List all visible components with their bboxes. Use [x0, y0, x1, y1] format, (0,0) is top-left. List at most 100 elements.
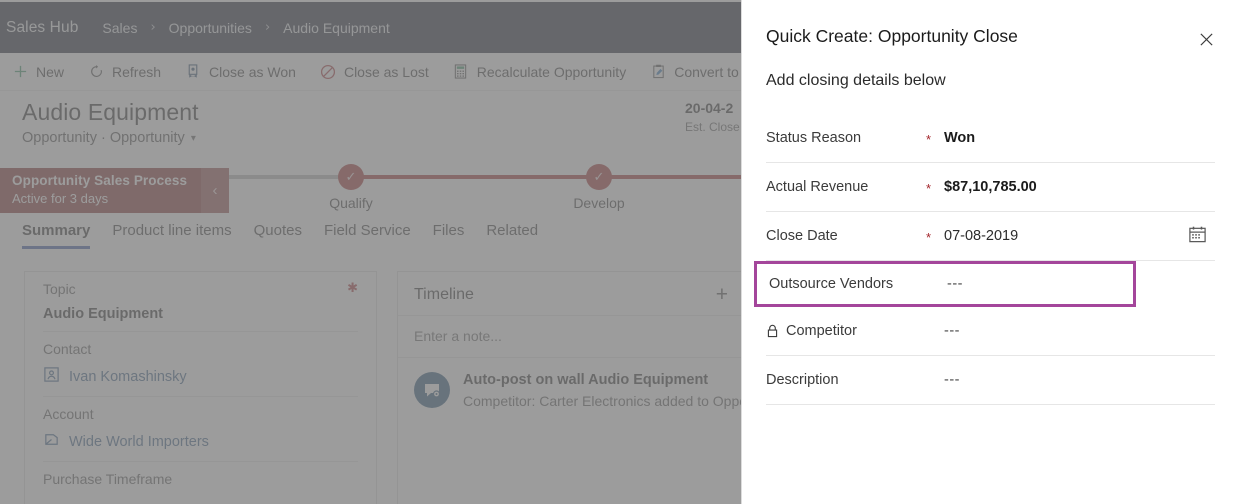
chevron-down-icon: ▾	[190, 132, 196, 144]
est-close-date-header: 20-04-2 Est. Close	[685, 100, 741, 134]
bpf-stage-develop[interactable]: ✓ Develop	[524, 164, 674, 211]
field-outsource-vendors-value: ---	[947, 276, 963, 292]
calendar-icon[interactable]	[1188, 225, 1207, 249]
field-purchase-timeframe-label: Purchase Timeframe	[43, 471, 173, 487]
bpf-process-name: Opportunity Sales Process	[12, 173, 188, 188]
field-status-reason[interactable]: Status Reason * Won	[766, 114, 1215, 163]
chevron-left-icon[interactable]: ‹	[201, 168, 229, 213]
est-close-date-label: Est. Close	[685, 120, 740, 134]
required-marker: *	[926, 132, 932, 147]
block-icon	[320, 64, 336, 80]
app-title[interactable]: Sales Hub	[0, 19, 100, 37]
timeline-title: Timeline	[414, 285, 474, 303]
breadcrumb-item-sales[interactable]: Sales	[100, 20, 139, 36]
close-icon[interactable]	[1195, 28, 1217, 50]
field-outsource-vendors-label: Outsource Vendors	[769, 276, 894, 292]
general-section-card: Topic ✱ Audio Equipment Contact Ivan Kom…	[24, 271, 377, 504]
new-button[interactable]: New	[0, 53, 76, 91]
timeline-item-text: Competitor: Carter Electronics added to …	[463, 393, 741, 409]
quick-create-form: Status Reason * Won Actual Revenue * $87…	[742, 114, 1239, 405]
quick-create-subtitle: Add closing details below	[766, 72, 946, 89]
refresh-button[interactable]: Refresh	[76, 53, 173, 91]
close-as-won-button[interactable]: Close as Won	[173, 53, 308, 91]
breadcrumb-item-opportunities[interactable]: Opportunities	[167, 20, 254, 36]
post-icon	[414, 372, 450, 408]
recalculate-opportunity-button[interactable]: Recalculate Opportunity	[441, 53, 638, 91]
quick-create-title: Quick Create: Opportunity Close	[766, 26, 1018, 46]
record-subtitle-text: Opportunity · Opportunity	[22, 130, 185, 146]
required-marker: *	[926, 230, 932, 245]
field-close-date-value: 07-08-2019	[944, 228, 1019, 244]
bpf-process-header[interactable]: Opportunity Sales Process Active for 3 d…	[0, 168, 201, 213]
tab-related[interactable]: Related	[486, 222, 538, 246]
field-account-link-text: Wide World Importers	[69, 433, 209, 450]
calculator-icon	[453, 64, 469, 80]
tab-summary[interactable]: Summary	[22, 222, 91, 249]
convert-to-work-order-button[interactable]: Convert to Wo	[638, 53, 741, 91]
form-tabs: Summary Product line items Quotes Field …	[0, 222, 741, 262]
field-account-value[interactable]: Wide World Importers	[43, 431, 358, 452]
account-icon	[43, 431, 60, 452]
tab-field-service[interactable]: Field Service	[324, 222, 411, 246]
tab-product-line-items[interactable]: Product line items	[112, 222, 231, 246]
field-purchase-timeframe[interactable]: Purchase Timeframe	[43, 462, 358, 496]
field-close-date[interactable]: Close Date * 07-08-2019	[766, 212, 1215, 261]
field-account[interactable]: Account Wide World Importers	[43, 397, 358, 462]
field-topic-value: Audio Equipment	[43, 306, 164, 322]
field-account-label: Account	[43, 406, 94, 422]
field-competitor[interactable]: Competitor ---	[766, 307, 1215, 356]
field-description-value: ---	[944, 372, 960, 388]
plus-icon[interactable]: +	[716, 284, 728, 305]
breadcrumb-separator-icon: ›	[150, 20, 156, 35]
timeline-item-heading: Auto-post on wall Audio Equipment	[463, 372, 709, 388]
recalculate-opportunity-button-label: Recalculate Opportunity	[476, 63, 627, 80]
app-background: Sales Hub Sales › Opportunities › Audio …	[0, 0, 741, 504]
tab-files[interactable]: Files	[433, 222, 465, 246]
lock-icon	[766, 324, 779, 338]
top-navigation-bar: Sales Hub Sales › Opportunities › Audio …	[0, 2, 741, 53]
refresh-icon	[88, 64, 104, 80]
bpf-process-state: Active for 3 days	[12, 191, 109, 206]
field-contact-link-text: Ivan Komashinsky	[69, 368, 187, 385]
bpf-stage-track: ✓ Qualify ✓ Develop	[229, 164, 741, 213]
field-contact[interactable]: Contact Ivan Komashinsky	[43, 332, 358, 397]
required-marker-placeholder	[929, 283, 947, 286]
tab-quotes[interactable]: Quotes	[254, 222, 302, 246]
breadcrumb-item-record[interactable]: Audio Equipment	[281, 20, 392, 36]
field-actual-revenue-value: $87,10,785.00	[944, 179, 1037, 195]
field-contact-value[interactable]: Ivan Komashinsky	[43, 366, 358, 387]
timeline-note-input[interactable]: Enter a note...	[398, 316, 741, 358]
record-header: Audio Equipment Opportunity · Opportunit…	[0, 92, 741, 154]
field-close-date-label: Close Date	[766, 228, 838, 244]
field-competitor-value: ---	[944, 323, 960, 339]
close-as-lost-button[interactable]: Close as Lost	[308, 53, 441, 91]
timeline-header: Timeline +	[398, 272, 741, 316]
est-close-date-value: 20-04-2	[685, 100, 734, 116]
clipboard-pencil-icon	[650, 64, 666, 80]
breadcrumb-separator-icon: ›	[264, 20, 271, 35]
field-outsource-vendors[interactable]: Outsource Vendors ---	[754, 261, 1136, 307]
field-actual-revenue[interactable]: Actual Revenue * $87,10,785.00	[766, 163, 1215, 212]
field-status-reason-value: Won	[944, 130, 976, 146]
field-topic-label: Topic	[43, 281, 76, 297]
ribbon-icon	[185, 64, 201, 80]
timeline-item[interactable]: Auto-post on wall Audio Equipment Compet…	[398, 358, 741, 423]
new-button-label: New	[36, 63, 65, 80]
field-competitor-label: Competitor	[786, 323, 857, 339]
bpf-stage-label: Qualify	[329, 195, 373, 211]
field-competitor-label-wrap: Competitor	[766, 323, 926, 339]
breadcrumb: Sales › Opportunities › Audio Equipment	[100, 20, 391, 36]
close-as-won-button-label: Close as Won	[209, 63, 296, 80]
record-subtitle[interactable]: Opportunity · Opportunity ▾	[22, 130, 196, 146]
required-marker-placeholder	[926, 379, 944, 382]
plus-icon	[12, 64, 28, 80]
close-as-lost-button-label: Close as Lost	[343, 63, 429, 80]
command-bar: New Refresh Close as Won Close as Lost R…	[0, 53, 741, 91]
bpf-stage-qualify[interactable]: ✓ Qualify	[276, 164, 426, 211]
field-topic[interactable]: Topic ✱ Audio Equipment	[43, 272, 358, 332]
check-icon: ✓	[338, 164, 364, 190]
field-description-label: Description	[766, 372, 839, 388]
convert-to-work-order-button-label: Convert to Wo	[674, 63, 741, 80]
timeline-item-body: Auto-post on wall Audio Equipment Compet…	[463, 372, 741, 409]
field-description[interactable]: Description ---	[766, 356, 1215, 405]
